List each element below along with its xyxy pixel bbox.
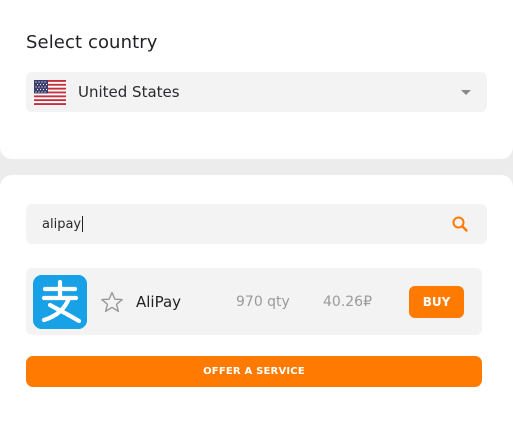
us-flag-icon bbox=[34, 80, 66, 105]
chevron-down-icon bbox=[461, 90, 471, 95]
buy-button[interactable]: BUY bbox=[409, 286, 464, 318]
text-cursor bbox=[82, 216, 84, 232]
favorite-star-icon[interactable] bbox=[100, 291, 124, 313]
services-card: alipay AliPay 970 qty 40.26₽ BUY OFFER A… bbox=[0, 175, 513, 428]
country-dropdown[interactable]: United States bbox=[26, 72, 487, 112]
search-field[interactable]: alipay bbox=[26, 204, 487, 244]
search-input[interactable]: alipay bbox=[42, 214, 84, 234]
select-country-title: Select country bbox=[26, 32, 158, 53]
service-name: AliPay bbox=[136, 293, 182, 311]
search-input-value: alipay bbox=[42, 216, 82, 232]
offer-service-button[interactable]: OFFER A SERVICE bbox=[26, 356, 482, 387]
selected-country-label: United States bbox=[78, 83, 180, 101]
search-icon[interactable] bbox=[451, 215, 469, 233]
service-quantity: 970 qty bbox=[236, 294, 290, 310]
service-row-alipay: AliPay 970 qty 40.26₽ BUY bbox=[26, 268, 482, 335]
country-card: Select country United States bbox=[0, 0, 513, 159]
alipay-logo-icon bbox=[33, 275, 87, 329]
service-price: 40.26₽ bbox=[323, 294, 372, 310]
